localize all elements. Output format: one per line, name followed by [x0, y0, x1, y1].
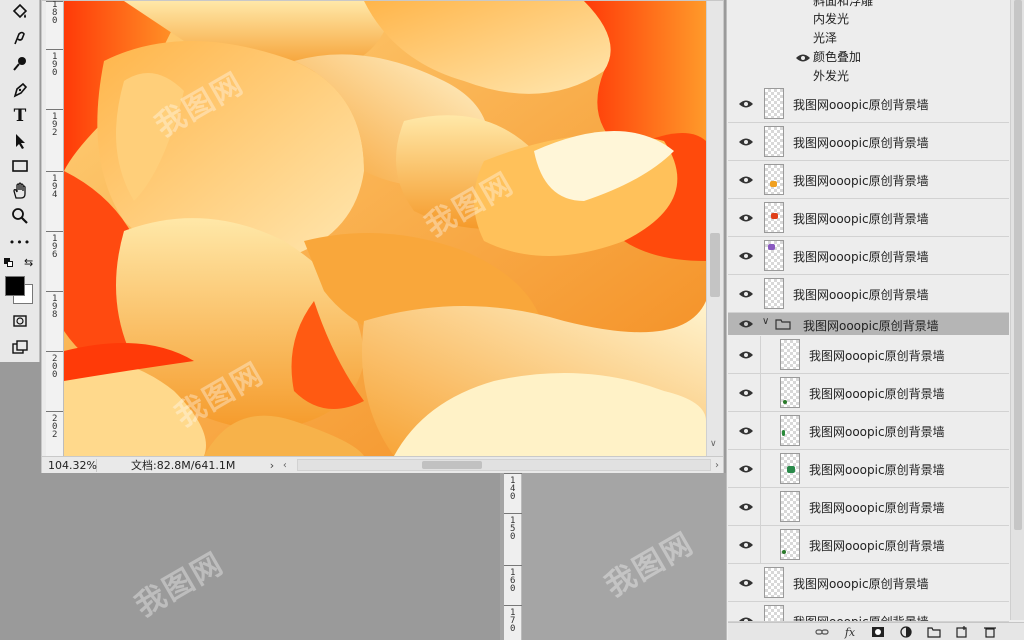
- second-document-window: [500, 473, 726, 640]
- effect-satin[interactable]: 光泽: [813, 29, 837, 47]
- layer-thumbnail: [764, 567, 784, 598]
- folder-icon: [775, 319, 791, 330]
- vertical-ruler: 180 190 192 194 196 198 200 202: [46, 1, 64, 456]
- layer-row[interactable]: 我图网ooopic原创背景墙: [728, 161, 1009, 199]
- layer-row[interactable]: 我图网ooopic原创背景墙: [728, 374, 1009, 412]
- layer-row[interactable]: 我图网ooopic原创背景墙: [728, 488, 1009, 526]
- eye-icon[interactable]: [795, 53, 811, 63]
- eye-icon[interactable]: [738, 464, 754, 474]
- fx-icon[interactable]: fx: [842, 625, 858, 639]
- second-vertical-ruler: 140 150 160 170: [504, 473, 522, 640]
- hand-icon[interactable]: [0, 179, 40, 203]
- layer-thumbnail: [764, 164, 784, 195]
- layers-scrollbar[interactable]: [1010, 0, 1024, 620]
- layer-row[interactable]: 我图网ooopic原创背景墙: [728, 275, 1009, 313]
- link-icon[interactable]: [814, 625, 830, 639]
- scroll-left-icon[interactable]: ‹: [279, 460, 291, 471]
- eye-icon[interactable]: [738, 319, 754, 329]
- layer-row[interactable]: 我图网ooopic原创背景墙: [728, 123, 1009, 161]
- screen-mode-icon[interactable]: [0, 335, 40, 359]
- layer-row[interactable]: 我图网ooopic原创背景墙: [728, 412, 1009, 450]
- eye-icon[interactable]: [738, 99, 754, 109]
- eye-icon[interactable]: [738, 388, 754, 398]
- vertical-scrollbar[interactable]: ∨: [706, 1, 723, 456]
- zoom-icon[interactable]: [0, 204, 40, 228]
- layer-row[interactable]: 我图网ooopic原创背景墙: [728, 564, 1009, 602]
- layer-thumbnail: [764, 202, 784, 233]
- layer-row[interactable]: 我图网ooopic原创背景墙: [728, 450, 1009, 488]
- chevron-down-icon[interactable]: ∨: [762, 316, 769, 327]
- eye-icon[interactable]: [738, 502, 754, 512]
- eye-icon[interactable]: [738, 137, 754, 147]
- layers-panel: 斜面和浮雕 内发光 光泽 颜色叠加 外发光 我图网ooopic原创背景墙 我图网…: [726, 0, 1024, 640]
- layer-row[interactable]: 我图网ooopic原创背景墙: [728, 199, 1009, 237]
- status-bar: 104.32% 文档:82.8M/641.1M › ‹ ›: [42, 456, 723, 473]
- path-selection-icon[interactable]: [0, 129, 40, 153]
- layer-row[interactable]: 我图网ooopic原创背景墙: [728, 336, 1009, 374]
- effect-color-overlay[interactable]: 颜色叠加: [813, 48, 861, 66]
- layers-scroll-thumb[interactable]: [1014, 0, 1022, 530]
- layer-thumbnail: [780, 491, 800, 522]
- eye-icon[interactable]: [738, 289, 754, 299]
- layer-thumbnail: [780, 377, 800, 408]
- eye-icon[interactable]: [738, 426, 754, 436]
- eye-icon[interactable]: [738, 350, 754, 360]
- rose-artwork: [64, 1, 706, 456]
- trash-icon[interactable]: [982, 625, 998, 639]
- scroll-right-icon[interactable]: ›: [711, 460, 723, 471]
- paint-bucket-icon[interactable]: [0, 0, 40, 24]
- layer-row[interactable]: 我图网ooopic原创背景墙: [728, 237, 1009, 275]
- new-layer-icon[interactable]: [954, 625, 970, 639]
- folder-icon[interactable]: [926, 625, 942, 639]
- horizontal-scroll-thumb[interactable]: [421, 461, 482, 469]
- eye-icon[interactable]: [738, 578, 754, 588]
- layer-row[interactable]: 我图网ooopic原创背景墙: [728, 602, 1009, 622]
- layer-thumbnail: [780, 529, 800, 560]
- effect-bevel-emboss[interactable]: 斜面和浮雕: [813, 0, 873, 10]
- layer-thumbnail: [764, 278, 784, 309]
- scroll-down-icon[interactable]: ∨: [710, 439, 717, 449]
- pen-curvature-icon[interactable]: [0, 26, 40, 50]
- eye-icon[interactable]: [738, 251, 754, 261]
- horizontal-scrollbar[interactable]: [296, 459, 711, 471]
- swap-colors-icon[interactable]: ⇆: [24, 256, 33, 269]
- layer-thumbnail: [780, 339, 800, 370]
- rectangle-icon[interactable]: [0, 154, 40, 178]
- pen-icon[interactable]: [0, 78, 40, 102]
- effect-inner-glow[interactable]: 内发光: [813, 10, 849, 28]
- adjustment-icon[interactable]: [898, 625, 914, 639]
- layer-thumbnail: [780, 415, 800, 446]
- image-canvas[interactable]: [64, 1, 706, 456]
- more-tools-icon[interactable]: •••: [0, 230, 40, 254]
- layers-footer: fx: [728, 622, 1024, 640]
- type-icon[interactable]: T: [0, 104, 40, 128]
- layer-row[interactable]: 我图网ooopic原创背景墙: [728, 85, 1009, 123]
- eye-icon[interactable]: [738, 540, 754, 550]
- zoom-level[interactable]: 104.32%: [42, 458, 97, 472]
- layer-thumbnail: [764, 88, 784, 119]
- vertical-scroll-thumb[interactable]: [710, 233, 720, 297]
- watermark: 我图网: [129, 545, 231, 625]
- layer-group-row[interactable]: ∨ 我图网ooopic原创背景墙: [728, 313, 1009, 335]
- layer-thumbnail: [764, 240, 784, 271]
- default-colors-icon[interactable]: [4, 258, 13, 267]
- layer-row[interactable]: 我图网ooopic原创背景墙: [728, 526, 1009, 564]
- document-window: 180 190 192 194 196 198 200 202 ∨ 104.32…: [41, 0, 724, 473]
- layer-thumbnail: [764, 126, 784, 157]
- layer-thumbnail: [780, 453, 800, 484]
- quick-mask-icon[interactable]: [0, 309, 40, 333]
- status-menu-arrow[interactable]: ›: [265, 459, 279, 472]
- eye-icon[interactable]: [738, 175, 754, 185]
- eye-icon[interactable]: [738, 213, 754, 223]
- foreground-color-swatch[interactable]: [5, 276, 25, 296]
- mask-icon[interactable]: [870, 625, 886, 639]
- layer-thumbnail: [764, 605, 784, 621]
- dodge-icon[interactable]: [0, 52, 40, 76]
- document-size: 文档:82.8M/641.1M: [131, 459, 236, 472]
- tools-panel: T ••• ⇆: [0, 0, 40, 362]
- effect-outer-glow[interactable]: 外发光: [813, 67, 849, 85]
